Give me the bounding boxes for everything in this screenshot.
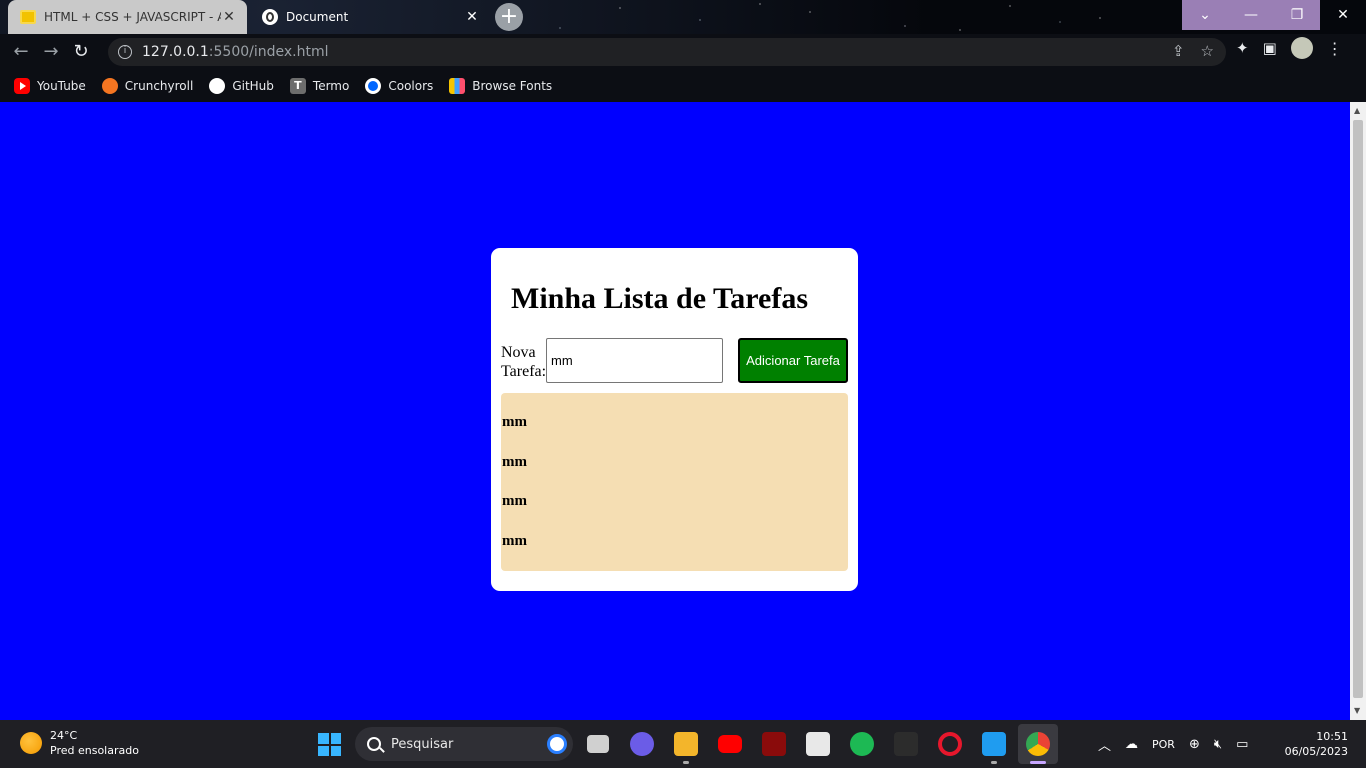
file-explorer-icon[interactable]: [674, 732, 698, 756]
onedrive-icon[interactable]: ☁: [1125, 737, 1138, 752]
reload-icon[interactable]: ↻: [66, 37, 96, 67]
close-tab-icon[interactable]: ✕: [464, 9, 480, 25]
volume-muted-icon[interactable]: 🔇︎: [1214, 737, 1222, 752]
bing-icon[interactable]: [547, 734, 567, 754]
bookmark-star-icon[interactable]: ☆: [1201, 42, 1214, 60]
windows-start-icon[interactable]: [318, 733, 341, 756]
chevron-up-icon[interactable]: ︿: [1098, 735, 1111, 754]
search-placeholder: Pesquisar: [391, 736, 454, 752]
spotify-icon[interactable]: [850, 732, 874, 756]
github-icon: [209, 78, 226, 94]
clock-time: 10:51: [1316, 730, 1348, 743]
browser-titlebar: HTML + CSS + JAVASCRIPT - Ap ✕ Document …: [0, 0, 1366, 34]
scroll-down-arrow-icon[interactable]: ▼: [1354, 706, 1360, 715]
tab-title: HTML + CSS + JAVASCRIPT - Ap: [44, 10, 221, 24]
task-item[interactable]: mm: [501, 443, 848, 483]
bookmark-coolors[interactable]: Coolors: [365, 78, 433, 94]
bookmark-youtube[interactable]: YouTube: [14, 78, 86, 94]
bookmark-label: YouTube: [37, 79, 86, 93]
task-item[interactable]: mm: [501, 522, 848, 562]
running-indicator: [683, 761, 689, 764]
close-tab-icon[interactable]: ✕: [221, 9, 237, 25]
tab-title: Document: [286, 10, 349, 24]
vscode-icon[interactable]: [982, 732, 1006, 756]
termo-icon: T: [289, 78, 306, 94]
extension-area: ✦ ▣ ⋮: [1236, 37, 1343, 59]
side-panel-icon[interactable]: ▣: [1263, 39, 1277, 57]
bookmark-termo[interactable]: T Termo: [289, 78, 350, 94]
browser-toolbar: ← → ↻ i 127.0.0.1:5500/index.html ⇪ ☆: [0, 34, 1366, 70]
scroll-thumb[interactable]: [1353, 120, 1363, 698]
task-item[interactable]: mm: [501, 403, 848, 443]
network-globe-icon[interactable]: ⊕: [1189, 737, 1200, 752]
extensions-puzzle-icon[interactable]: ✦: [1236, 39, 1249, 57]
window-controls: ⌄ — ❐ ✕: [1182, 0, 1366, 34]
bookmark-label: Coolors: [388, 79, 434, 93]
new-task-label: Nova Tarefa:: [501, 344, 547, 380]
scroll-up-arrow-icon[interactable]: ▲: [1354, 106, 1360, 115]
back-arrow-icon[interactable]: ←: [6, 37, 36, 67]
restore-button[interactable]: ❐: [1274, 0, 1320, 30]
active-indicator: [1030, 761, 1046, 764]
bookmark-label: Browse Fonts: [472, 79, 553, 93]
microsoft-store-icon[interactable]: [806, 732, 830, 756]
minimize-button[interactable]: —: [1228, 0, 1274, 30]
close-window-button[interactable]: ✕: [1320, 0, 1366, 30]
task-item[interactable]: mm: [501, 482, 848, 522]
coolors-icon: [365, 78, 382, 94]
menu-kebab-icon[interactable]: ⋮: [1327, 39, 1343, 58]
language-indicator[interactable]: POR: [1152, 738, 1175, 751]
profile-avatar[interactable]: [1290, 37, 1313, 59]
url-host: 127.0.0.1: [142, 44, 209, 60]
task-list: mm mm mm mm: [501, 393, 848, 571]
bookmark-label: Crunchyroll: [124, 79, 194, 93]
address-bar[interactable]: i 127.0.0.1:5500/index.html ⇪ ☆: [108, 38, 1226, 66]
globe-favicon-icon: [262, 9, 278, 25]
slides-favicon-icon: [20, 10, 36, 24]
task-view-icon[interactable]: [587, 735, 609, 753]
system-tray: ︿ ☁ POR ⊕ 🔇︎ ▭: [1098, 720, 1248, 768]
weather-widget[interactable]: 24°C Pred ensolarado: [20, 728, 139, 758]
page-title: Minha Lista de Tarefas: [511, 282, 808, 315]
bookmark-browse-fonts[interactable]: Browse Fonts: [449, 78, 552, 94]
bookmark-crunchyroll[interactable]: Crunchyroll: [101, 78, 194, 94]
windows-taskbar: 24°C Pred ensolarado Pesquisar ︿ ☁ POR ⊕…: [0, 720, 1366, 768]
youtube-icon: [14, 78, 30, 94]
taskbar-search[interactable]: Pesquisar: [355, 727, 573, 761]
tab-document[interactable]: Document ✕: [250, 0, 490, 34]
chrome-icon[interactable]: [1026, 732, 1050, 756]
site-info-icon[interactable]: i: [118, 45, 132, 59]
browse-fonts-icon: [449, 78, 466, 94]
add-task-button[interactable]: Adicionar Tarefa: [738, 338, 848, 383]
new-tab-button[interactable]: +: [495, 3, 523, 31]
omnibox-actions: ⇪ ☆: [1172, 42, 1214, 60]
opera-icon[interactable]: [938, 732, 962, 756]
youtube-app-icon[interactable]: [718, 735, 742, 753]
tab-html-css-javascript[interactable]: HTML + CSS + JAVASCRIPT - Ap ✕: [8, 0, 247, 34]
bookmark-label: Termo: [312, 79, 350, 93]
forward-arrow-icon[interactable]: →: [36, 37, 66, 67]
bookmarks-bar: YouTube Crunchyroll GitHub T Termo Coolo…: [0, 70, 1366, 102]
tab-search-chevron-icon[interactable]: ⌄: [1182, 0, 1228, 30]
bookmark-label: GitHub: [232, 79, 274, 93]
page-viewport: Minha Lista de Tarefas Nova Tarefa: Adic…: [0, 102, 1350, 720]
system-clock[interactable]: 10:51 06/05/2023: [1284, 729, 1348, 759]
netflix-icon[interactable]: [762, 732, 786, 756]
new-task-input[interactable]: [546, 338, 723, 383]
crunchyroll-icon: [101, 78, 118, 94]
bookmark-github[interactable]: GitHub: [209, 78, 274, 94]
todo-card: Minha Lista de Tarefas Nova Tarefa: Adic…: [491, 248, 858, 591]
weather-description: Pred ensolarado: [50, 744, 139, 757]
search-icon: [367, 737, 381, 751]
battery-icon[interactable]: ▭: [1236, 737, 1248, 752]
running-indicator: [991, 761, 997, 764]
share-icon[interactable]: ⇪: [1172, 42, 1185, 60]
mouse-app-icon[interactable]: [894, 732, 918, 756]
clock-date: 06/05/2023: [1284, 745, 1348, 758]
partly-sunny-icon: [20, 732, 42, 754]
url-path: :5500/index.html: [208, 44, 329, 60]
teams-chat-icon[interactable]: [630, 732, 654, 756]
page-scrollbar[interactable]: ▲ ▼: [1350, 102, 1366, 720]
weather-temperature: 24°C: [50, 729, 78, 742]
